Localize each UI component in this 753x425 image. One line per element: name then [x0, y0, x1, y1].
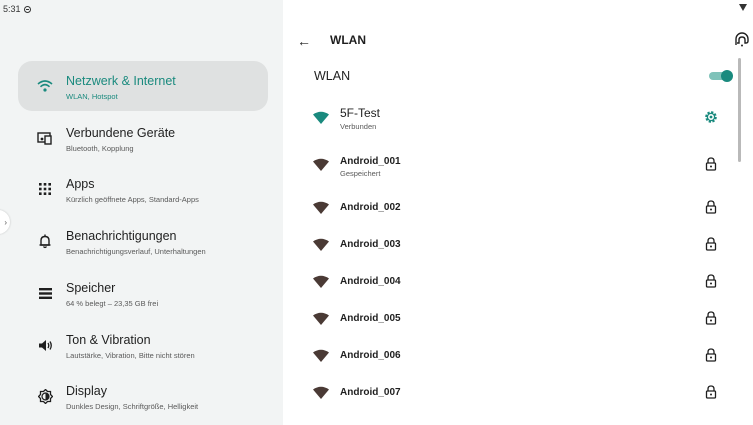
- network-item-android-004[interactable]: Android_004: [283, 265, 753, 301]
- network-item-android-007[interactable]: Android_007: [283, 376, 753, 412]
- storage-icon: [36, 284, 54, 302]
- sidebar-item-sound-vibration[interactable]: Ton & Vibration Lautstärke, Vibration, B…: [18, 320, 268, 370]
- connected-devices-icon: [36, 129, 54, 147]
- sidebar-item-sublabel: WLAN, Hotspot: [66, 92, 118, 101]
- wifi-icon: [36, 77, 54, 95]
- toggle-thumb: [721, 70, 733, 82]
- wlan-detail-pane: ← WLAN WLAN 5F-Test Verbunden Android_00…: [283, 0, 753, 425]
- network-name: Android_007: [340, 387, 401, 398]
- sidebar-item-connected-devices[interactable]: Verbundene Geräte Bluetooth, Kopplung: [18, 113, 268, 163]
- gear-icon[interactable]: [704, 110, 718, 124]
- lock-icon: [705, 311, 717, 325]
- wifi-signal-icon: [313, 386, 329, 399]
- sidebar-item-storage[interactable]: Speicher 64 % belegt – 23,35 GB frei: [18, 268, 268, 318]
- network-item-android-005[interactable]: Android_005: [283, 302, 753, 338]
- back-arrow-icon[interactable]: ←: [295, 32, 313, 50]
- lock-icon: [705, 157, 717, 171]
- volume-icon: [36, 336, 54, 354]
- settings-sidebar: 5:31 › Netzwerk & Internet WLAN, Hotspot…: [0, 0, 283, 425]
- sidebar-item-sublabel: Kürzlich geöffnete Apps, Standard-Apps: [66, 195, 199, 204]
- wifi-signal-icon: [313, 238, 329, 251]
- page-title: WLAN: [330, 33, 366, 47]
- side-panel-handle[interactable]: ›: [0, 210, 10, 234]
- network-name: Android_001: [340, 156, 401, 167]
- network-item-5f-test[interactable]: 5F-Test Verbunden: [283, 101, 753, 137]
- apps-grid-icon: [36, 180, 54, 198]
- network-name: 5F-Test: [340, 106, 381, 120]
- network-name: Android_003: [340, 239, 401, 250]
- wlan-toggle-label: WLAN: [314, 69, 351, 83]
- sidebar-item-display[interactable]: Display Dunkles Design, Schriftgröße, He…: [18, 371, 268, 421]
- wifi-signal-icon: [313, 275, 329, 288]
- sidebar-item-label: Ton & Vibration: [66, 333, 151, 347]
- network-name: Android_005: [340, 313, 401, 324]
- sidebar-item-network-internet[interactable]: Netzwerk & Internet WLAN, Hotspot: [18, 61, 268, 111]
- bell-icon: [36, 232, 54, 250]
- sidebar-item-sublabel: Lautstärke, Vibration, Bitte nicht störe…: [66, 351, 195, 360]
- wifi-signal-icon: [313, 201, 329, 214]
- sidebar-item-label: Display: [66, 384, 107, 398]
- sidebar-item-apps[interactable]: Apps Kürzlich geöffnete Apps, Standard-A…: [18, 164, 268, 214]
- lock-icon: [705, 274, 717, 288]
- network-item-android-003[interactable]: Android_003: [283, 228, 753, 264]
- network-item-android-001[interactable]: Android_001 Gespeichert: [283, 148, 753, 184]
- wifi-signal-icon: [313, 111, 329, 124]
- sidebar-item-label: Verbundene Geräte: [66, 126, 176, 140]
- sidebar-item-label: Netzwerk & Internet: [66, 74, 176, 88]
- network-item-android-006[interactable]: Android_006: [283, 339, 753, 375]
- help-icon[interactable]: [734, 32, 750, 48]
- wlan-toggle-switch[interactable]: [709, 70, 733, 82]
- lock-icon: [705, 237, 717, 251]
- network-status: Verbunden: [340, 122, 377, 131]
- network-name: Android_004: [340, 276, 401, 287]
- wifi-signal-icon: [313, 312, 329, 325]
- sidebar-item-label: Apps: [66, 177, 95, 191]
- sidebar-item-sublabel: 64 % belegt – 23,35 GB frei: [66, 299, 159, 308]
- wifi-signal-icon: [313, 158, 329, 171]
- wifi-signal-icon: [313, 349, 329, 362]
- sidebar-item-sublabel: Benachrichtigungsverlauf, Unterhaltungen: [66, 247, 206, 256]
- network-status: Gespeichert: [340, 169, 381, 178]
- lock-icon: [705, 200, 717, 214]
- sidebar-item-sublabel: Dunkles Design, Schriftgröße, Helligkeit: [66, 402, 199, 411]
- status-time-text: 5:31: [3, 4, 21, 14]
- sidebar-item-label: Speicher: [66, 281, 116, 295]
- lock-icon: [705, 348, 717, 362]
- sidebar-item-sublabel: Bluetooth, Kopplung: [66, 144, 134, 153]
- network-item-android-002[interactable]: Android_002: [283, 191, 753, 227]
- network-name: Android_002: [340, 202, 401, 213]
- toolbar: ← WLAN: [283, 26, 753, 56]
- status-wifi-icon: [739, 4, 747, 11]
- wlan-toggle-row[interactable]: WLAN: [283, 62, 753, 92]
- status-bar-time: 5:31: [3, 4, 31, 14]
- dnd-status-icon: [23, 5, 31, 13]
- sidebar-item-label: Benachrichtigungen: [66, 229, 177, 243]
- lock-icon: [705, 385, 717, 399]
- sidebar-item-notifications[interactable]: Benachrichtigungen Benachrichtigungsverl…: [18, 216, 268, 266]
- network-name: Android_006: [340, 350, 401, 361]
- brightness-icon: [36, 387, 54, 405]
